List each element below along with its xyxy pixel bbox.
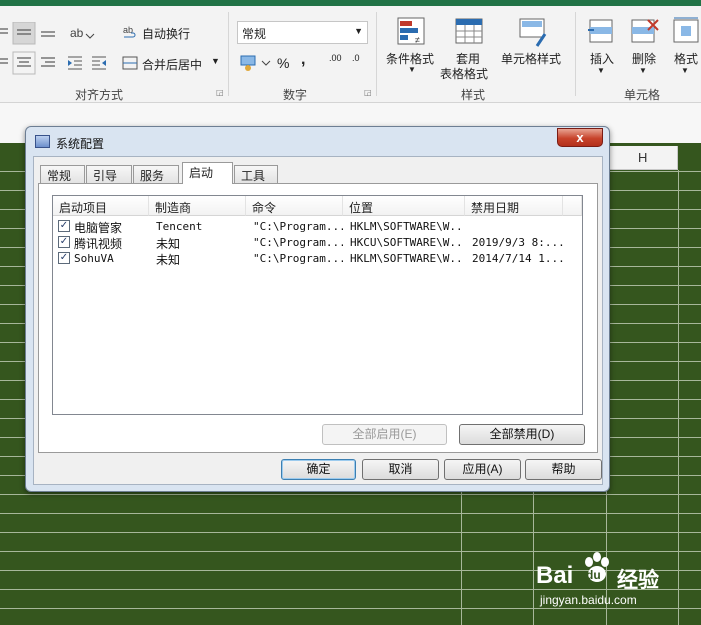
- watermark-url: jingyan.baidu.com: [540, 593, 637, 607]
- ribbon: ab ab 自动换行 合并后居中 ▼ 对齐方式 ◲ 常规 ▼ % , .00 .…: [0, 0, 701, 103]
- chevron-down-icon: ▼: [597, 66, 605, 75]
- tab-boot[interactable]: 引导: [86, 165, 132, 183]
- dialog-client: 常规 引导 服务 启动 工具 启动项目 制造商 命令 位置 禁用日期 ✓ 电脑管…: [33, 156, 603, 485]
- delete-button[interactable]: 删除: [632, 50, 656, 67]
- text-orientation-icon[interactable]: ab: [68, 24, 98, 42]
- increase-decimal-button[interactable]: .00: [329, 53, 342, 63]
- align-buttons-icon[interactable]: [0, 22, 60, 78]
- watermark-jingyan: 经验: [617, 569, 659, 592]
- row-checkbox[interactable]: ✓: [58, 220, 70, 232]
- alignment-group-label: 对齐方式: [74, 88, 123, 102]
- number-format-value: 常规: [242, 27, 267, 41]
- tab-general[interactable]: 常规: [40, 165, 85, 183]
- cell-style-button[interactable]: 单元格样式: [501, 50, 561, 67]
- column-header-label: H: [638, 150, 648, 165]
- indent-icons[interactable]: [66, 54, 110, 72]
- column-header-filler: [563, 196, 582, 216]
- startup-item-date: 2019/9/3 8:...: [472, 236, 563, 249]
- column-header-command[interactable]: 命令: [246, 196, 343, 216]
- decrease-decimal-button[interactable]: .0: [352, 53, 360, 63]
- chevron-down-icon: ▼: [639, 66, 647, 75]
- apply-button[interactable]: 应用(A): [444, 459, 521, 480]
- ok-button[interactable]: 确定: [281, 459, 356, 480]
- conditional-format-icon: ≠: [397, 17, 425, 45]
- tab-services[interactable]: 服务: [133, 165, 179, 183]
- svg-text:≠: ≠: [415, 35, 420, 45]
- startup-item-command: "C:\Program...: [253, 252, 343, 265]
- tab-startup[interactable]: 启动: [182, 162, 233, 184]
- column-header-h[interactable]: H: [606, 146, 678, 170]
- merge-center-icon: [122, 56, 138, 70]
- disable-all-button[interactable]: 全部禁用(D): [459, 424, 585, 445]
- chevron-down-icon: ▼: [681, 66, 689, 75]
- wrap-text-button[interactable]: 自动换行: [142, 25, 190, 42]
- currency-icon[interactable]: [240, 53, 272, 73]
- watermark-brand: Bai: [536, 562, 574, 589]
- column-header-maker[interactable]: 制造商: [149, 196, 246, 216]
- list-row[interactable]: ✓ 腾讯视频 未知 "C:\Program... HKCU\SOFTWARE\W…: [53, 234, 582, 251]
- tab-tools[interactable]: 工具: [234, 165, 278, 183]
- close-button[interactable]: x: [557, 128, 603, 147]
- watermark-brand-du: du: [586, 568, 601, 582]
- enable-all-button[interactable]: 全部启用(E): [322, 424, 447, 445]
- dialog-launcher-icon[interactable]: ◲: [364, 88, 372, 97]
- table-format-button[interactable]: 表格格式: [440, 65, 488, 82]
- help-button[interactable]: 帮助: [525, 459, 602, 480]
- column-header-disable-date[interactable]: 禁用日期: [465, 196, 563, 216]
- msconfig-icon: [35, 135, 50, 148]
- number-group-label: 数字: [282, 88, 307, 102]
- dialog-title: 系统配置: [56, 137, 105, 151]
- row-checkbox[interactable]: ✓: [58, 236, 70, 248]
- list-row[interactable]: ✓ SohuVA 未知 "C:\Program... HKLM\SOFTWARE…: [53, 250, 582, 267]
- cell-style-icon: [519, 18, 547, 47]
- startup-item-command: "C:\Program...: [253, 220, 343, 233]
- startup-panel: 启动项目 制造商 命令 位置 禁用日期 ✓ 电脑管家 Tencent "C:\P…: [38, 183, 598, 453]
- startup-item-location: HKLM\SOFTWARE\W...: [350, 252, 465, 265]
- title-bar-strip: [0, 0, 701, 6]
- chevron-down-icon: ▼: [408, 65, 416, 74]
- insert-cells-icon: [588, 19, 613, 43]
- svg-text:ab: ab: [70, 26, 84, 40]
- dialog-launcher-icon[interactable]: ◲: [216, 88, 224, 97]
- comma-button[interactable]: ,: [301, 51, 305, 69]
- wrap-text-icon: ab: [123, 25, 136, 38]
- merge-center-button[interactable]: 合并后居中: [142, 56, 202, 73]
- format-cells-icon: [673, 17, 699, 43]
- baidu-watermark: Bai du 经验 jingyan.baidu.com: [536, 552, 696, 620]
- startup-item-name: SohuVA: [74, 252, 114, 265]
- number-format-select[interactable]: 常规 ▼: [237, 21, 368, 44]
- chevron-down-icon: ▼: [354, 26, 363, 36]
- delete-cells-icon: [631, 19, 659, 43]
- column-header-item[interactable]: 启动项目: [53, 196, 149, 216]
- list-row[interactable]: ✓ 电脑管家 Tencent "C:\Program... HKLM\SOFTW…: [53, 218, 582, 235]
- format-button[interactable]: 格式: [674, 50, 698, 67]
- startup-item-date: 2014/7/14 1...: [472, 252, 563, 265]
- cancel-button[interactable]: 取消: [362, 459, 439, 480]
- startup-item-maker: Tencent: [156, 220, 203, 233]
- startup-item-location: HKLM\SOFTWARE\W...: [350, 220, 465, 233]
- cells-group-label: 单元格: [623, 88, 660, 102]
- row-checkbox[interactable]: ✓: [58, 252, 70, 264]
- startup-item-command: "C:\Program...: [253, 236, 343, 249]
- insert-button[interactable]: 插入: [590, 50, 614, 67]
- group-separator: [228, 12, 229, 96]
- column-header-location[interactable]: 位置: [343, 196, 465, 216]
- system-config-dialog: 系统配置 x 常规 引导 服务 启动 工具 启动项目 制造商 命令 位置 禁用日…: [25, 126, 610, 492]
- group-separator: [575, 12, 576, 96]
- styles-group-label: 样式: [460, 88, 485, 102]
- group-separator: [376, 12, 377, 96]
- startup-item-maker: 未知: [156, 253, 181, 267]
- table-format-icon: [455, 18, 483, 44]
- startup-item-location: HKCU\SOFTWARE\W...: [350, 236, 465, 249]
- merge-dropdown-icon[interactable]: ▼: [211, 56, 220, 66]
- startup-list: 启动项目 制造商 命令 位置 禁用日期 ✓ 电脑管家 Tencent "C:\P…: [52, 195, 583, 415]
- percent-button[interactable]: %: [277, 55, 289, 71]
